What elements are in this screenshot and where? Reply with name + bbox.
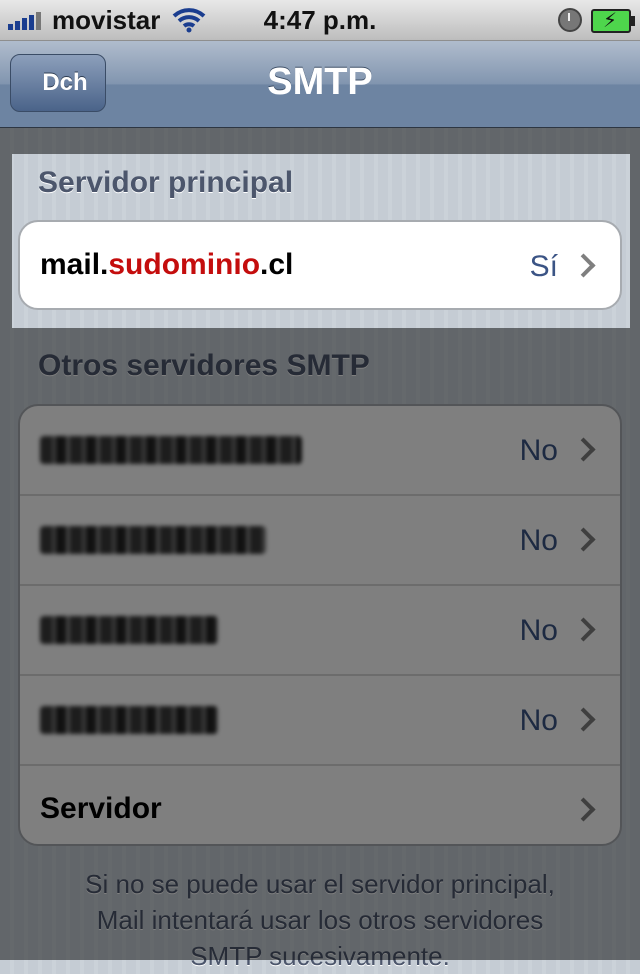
server-status: No bbox=[519, 704, 558, 737]
other-server-row[interactable]: No bbox=[20, 586, 620, 676]
add-server-label: Servidor bbox=[40, 792, 162, 825]
battery-charging-icon: ⚡ bbox=[591, 9, 635, 33]
primary-server-row[interactable]: mail.sudominio.cl Sí bbox=[20, 222, 620, 308]
footer-line: Mail intentará usar los otros servidores bbox=[96, 905, 544, 935]
chevron-right-icon bbox=[571, 527, 596, 552]
redacted-server-name bbox=[40, 526, 266, 554]
redacted-server-name bbox=[40, 616, 218, 644]
redacted-server-name bbox=[40, 436, 302, 464]
chevron-right-icon bbox=[571, 797, 596, 822]
chevron-right-icon bbox=[571, 707, 596, 732]
other-servers-group: No No No No Servidor bbox=[18, 404, 622, 846]
section-header-others: Otros servidores SMTP bbox=[38, 349, 370, 382]
other-server-row[interactable]: No bbox=[20, 496, 620, 586]
page-title: SMTP bbox=[267, 61, 373, 103]
alarm-icon bbox=[558, 8, 582, 32]
chevron-right-icon bbox=[571, 617, 596, 642]
server-status: No bbox=[519, 614, 558, 647]
footer-note: Si no se puede usar el servidor principa… bbox=[30, 866, 610, 974]
navigation-bar: Dch SMTP bbox=[0, 41, 640, 128]
server-status: No bbox=[519, 524, 558, 557]
other-server-row[interactable]: No bbox=[20, 406, 620, 496]
server-status: No bbox=[519, 434, 558, 467]
add-server-row[interactable]: Servidor bbox=[20, 766, 620, 844]
footer-line: Si no se puede usar el servidor principa… bbox=[85, 869, 555, 899]
redacted-server-name bbox=[40, 706, 218, 734]
status-bar: movistar 4:47 p.m. ⚡ bbox=[0, 0, 640, 41]
primary-server-label: mail.sudominio.cl bbox=[40, 248, 294, 281]
primary-server-group: mail.sudominio.cl Sí bbox=[18, 220, 622, 310]
other-server-row[interactable]: No bbox=[20, 676, 620, 766]
primary-server-status: Sí bbox=[529, 250, 558, 283]
section-header-primary: Servidor principal bbox=[38, 166, 294, 199]
footer-line: SMTP sucesivamente. bbox=[190, 941, 450, 971]
clock: 4:47 p.m. bbox=[263, 5, 377, 35]
chevron-right-icon bbox=[571, 437, 596, 462]
chevron-right-icon bbox=[571, 253, 596, 278]
